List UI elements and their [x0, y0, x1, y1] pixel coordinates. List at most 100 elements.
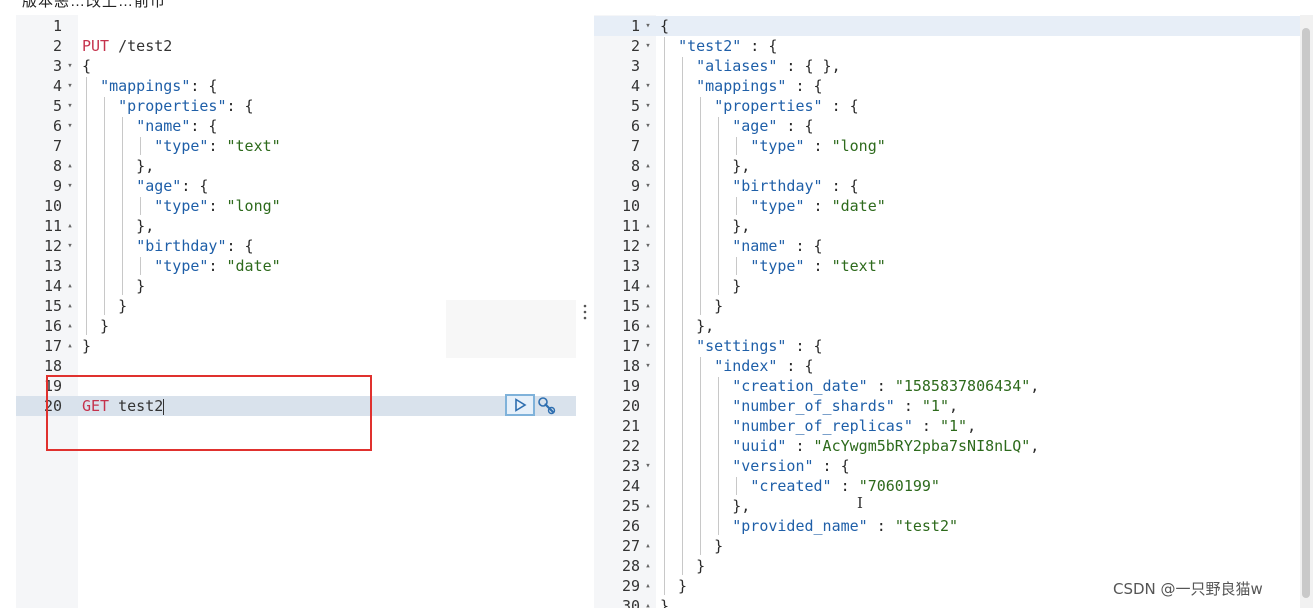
line-number: 2: [630, 37, 640, 55]
code-line[interactable]: 3 "aliases" : { },: [594, 56, 1300, 76]
code-line[interactable]: 4 ▾ "mappings": {: [16, 76, 576, 96]
code-line[interactable]: 14 ▴ }: [16, 276, 576, 296]
code-line[interactable]: 7 "type": "text": [16, 136, 576, 156]
fold-arrow-down-icon[interactable]: ▾: [642, 176, 654, 196]
line-number: 18: [621, 357, 640, 375]
line-number: 18: [43, 357, 62, 375]
fold-arrow-down-icon[interactable]: ▾: [642, 356, 654, 376]
fold-arrow-up-icon[interactable]: ▴: [64, 336, 76, 356]
code-text: "birthday": {: [136, 237, 254, 255]
line-number: 23: [621, 457, 640, 475]
fold-arrow-down-icon[interactable]: ▾: [642, 456, 654, 476]
fold-arrow-up-icon[interactable]: ▴: [642, 576, 654, 596]
line-number: 17: [621, 337, 640, 355]
line-number: 25: [621, 497, 640, 515]
fold-arrow-down-icon[interactable]: ▾: [642, 96, 654, 116]
indent-guide: [718, 117, 720, 295]
code-text: "name": {: [136, 117, 218, 135]
code-line[interactable]: 10 "type": "long": [16, 196, 576, 216]
fold-arrow-up-icon[interactable]: ▴: [642, 556, 654, 576]
code-text: },: [82, 217, 155, 235]
fold-arrow-down-icon[interactable]: ▾: [64, 76, 76, 96]
code-line[interactable]: 1 ▾ {: [594, 16, 1300, 36]
code-text: "name" : {: [732, 237, 823, 255]
code-line[interactable]: 9 ▾ "age": {: [16, 176, 576, 196]
fold-arrow-up-icon[interactable]: ▴: [642, 536, 654, 556]
code-line[interactable]: 17 ▾ "settings" : {: [594, 336, 1300, 356]
code-line[interactable]: 4 ▾ "mappings" : {: [594, 76, 1300, 96]
fold-arrow-up-icon[interactable]: ▴: [64, 156, 76, 176]
line-number: 7: [52, 137, 62, 155]
line-number: 8: [630, 157, 640, 175]
indent-guide: [140, 257, 142, 275]
indent-guide: [104, 97, 106, 315]
fold-arrow-down-icon[interactable]: ▾: [64, 176, 76, 196]
code-line[interactable]: 11 ▴ },: [16, 216, 576, 236]
code-line[interactable]: 6 ▾ "name": {: [16, 116, 576, 136]
fold-arrow-up-icon[interactable]: ▴: [642, 316, 654, 336]
code-text: "properties" : {: [714, 97, 859, 115]
code-text: "settings" : {: [696, 337, 823, 355]
fold-arrow-down-icon[interactable]: ▾: [642, 116, 654, 136]
vertical-dots-icon[interactable]: [582, 302, 588, 322]
code-text: "type" : "date": [750, 197, 886, 215]
line-number: 5: [630, 97, 640, 115]
code-line[interactable]: 2 PUT /test2: [16, 36, 576, 56]
fold-arrow-down-icon[interactable]: ▾: [64, 56, 76, 76]
fold-arrow-down-icon[interactable]: ▾: [642, 336, 654, 356]
code-line[interactable]: 16 ▴ },: [594, 316, 1300, 336]
fold-arrow-up-icon[interactable]: ▴: [64, 276, 76, 296]
line-number: 2: [52, 37, 62, 55]
line-number: 9: [630, 177, 640, 195]
code-text: PUT /test2: [82, 37, 173, 55]
fold-arrow-up-icon[interactable]: ▴: [64, 316, 76, 336]
response-scroll-thumb[interactable]: [1302, 28, 1310, 598]
fold-arrow-down-icon[interactable]: ▾: [642, 236, 654, 256]
code-text: }: [82, 337, 92, 355]
line-number: 4: [630, 77, 640, 95]
fold-arrow-up-icon[interactable]: ▴: [642, 496, 654, 516]
indent-guide: [682, 57, 684, 575]
code-line[interactable]: 2 ▾ "test2" : {: [594, 36, 1300, 56]
fold-arrow-up-icon[interactable]: ▴: [642, 296, 654, 316]
send-request-button[interactable]: [505, 394, 535, 416]
line-number: 9: [52, 177, 62, 195]
fold-arrow-up-icon[interactable]: ▴: [642, 216, 654, 236]
code-text: }: [660, 597, 670, 608]
code-line[interactable]: 8 ▴ },: [16, 156, 576, 176]
fold-arrow-up-icon[interactable]: ▴: [642, 276, 654, 296]
code-line[interactable]: 28 ▴ }: [594, 556, 1300, 576]
indent-guide: [664, 37, 665, 595]
code-text: "age": {: [136, 177, 209, 195]
fold-arrow-up-icon[interactable]: ▴: [64, 296, 76, 316]
code-text: "properties": {: [118, 97, 254, 115]
response-viewer[interactable]: 1 ▾{2 ▾ "test2" : {3 "aliases" : { }, 4 ▾ "m…: [594, 15, 1300, 608]
code-text: "type": "long": [154, 197, 281, 215]
code-text: "provided_name" : "test2": [732, 517, 959, 535]
line-number: 4: [52, 77, 62, 95]
line-number: 15: [621, 297, 640, 315]
left-edge: [0, 15, 16, 608]
fold-arrow-down-icon[interactable]: ▾: [64, 116, 76, 136]
fold-arrow-up-icon[interactable]: ▴: [642, 156, 654, 176]
fold-arrow-down-icon[interactable]: ▾: [642, 36, 654, 56]
fold-arrow-down-icon[interactable]: ▾: [642, 16, 654, 36]
code-line[interactable]: 18: [16, 356, 576, 376]
wrench-icon[interactable]: [537, 396, 557, 416]
watermark: CSDN @一只野良猫w: [1113, 580, 1263, 598]
fold-arrow-down-icon[interactable]: ▾: [64, 96, 76, 116]
code-line[interactable]: 3 ▾ {: [16, 56, 576, 76]
fold-arrow-up-icon[interactable]: ▴: [642, 596, 654, 608]
code-line[interactable]: 1: [16, 16, 576, 36]
fold-arrow-up-icon[interactable]: ▴: [64, 216, 76, 236]
fold-arrow-down-icon[interactable]: ▾: [642, 76, 654, 96]
line-number: 1: [52, 17, 62, 35]
code-text: "mappings": {: [100, 77, 218, 95]
code-text: "number_of_replicas" : "1",: [732, 417, 977, 435]
indent-guide: [700, 97, 702, 315]
line-number: 16: [43, 317, 62, 335]
code-line[interactable]: 12 ▾ "birthday": {: [16, 236, 576, 256]
code-line[interactable]: 5 ▾ "properties": {: [16, 96, 576, 116]
fold-arrow-down-icon[interactable]: ▾: [64, 236, 76, 256]
code-line[interactable]: 13 "type": "date": [16, 256, 576, 276]
